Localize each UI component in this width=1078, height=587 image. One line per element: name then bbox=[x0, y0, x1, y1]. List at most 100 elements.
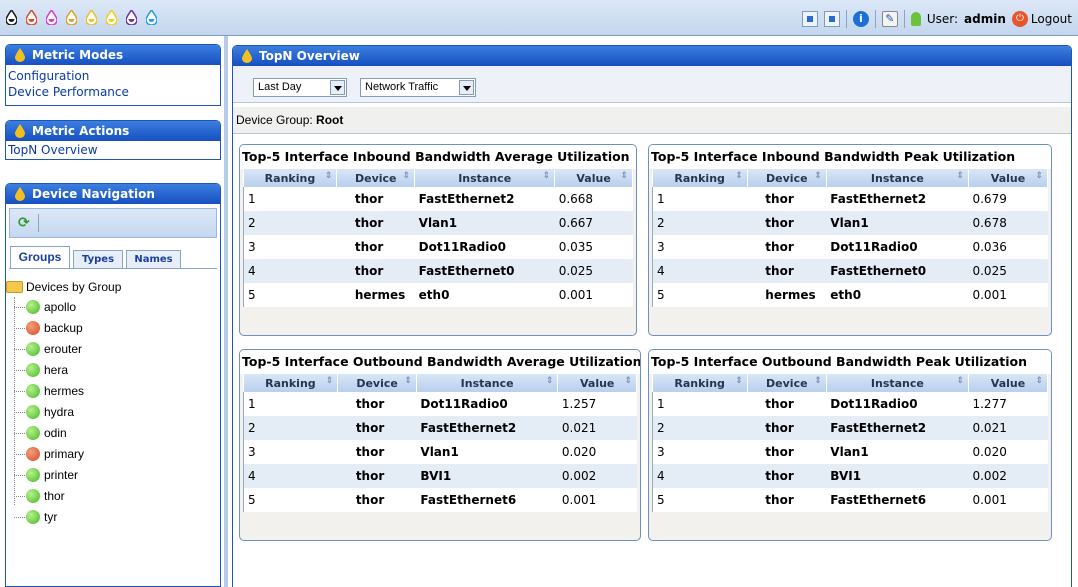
table-row[interactable]: 5 thor FastEthernet6 0.001 bbox=[242, 488, 637, 512]
device-node[interactable]: thor bbox=[14, 486, 65, 506]
column-header[interactable]: Ranking bbox=[243, 374, 339, 392]
drop-icon[interactable] bbox=[146, 10, 157, 25]
column-header[interactable]: Device bbox=[747, 374, 827, 392]
table-row[interactable]: 4 thor BVI1 0.002 bbox=[652, 464, 1048, 488]
table-row[interactable]: 5 thor FastEthernet6 0.001 bbox=[652, 488, 1048, 512]
device-node[interactable]: apollo bbox=[14, 297, 76, 317]
device-node[interactable]: hydra bbox=[14, 402, 74, 422]
column-header[interactable]: Instance bbox=[826, 169, 969, 187]
table-row[interactable]: 1 thor Dot11Radio0 1.257 bbox=[242, 392, 637, 416]
metric-select[interactable]: Network Traffic bbox=[360, 78, 476, 97]
table-row[interactable]: 1 thor FastEthernet2 0.668 bbox=[242, 187, 633, 211]
link-device-performance[interactable]: Device Performance bbox=[6, 84, 220, 100]
device-node[interactable]: primary bbox=[14, 444, 85, 464]
column-header[interactable]: Ranking bbox=[652, 169, 748, 187]
table-row[interactable]: 2 thor Vlan1 0.667 bbox=[242, 211, 633, 235]
table-row[interactable]: 4 thor FastEthernet0 0.025 bbox=[652, 259, 1048, 283]
value-cell: 0.001 bbox=[972, 493, 1007, 507]
table-row[interactable]: 3 thor Dot11Radio0 0.035 bbox=[242, 235, 633, 259]
instance-cell: FastEthernet2 bbox=[826, 416, 969, 440]
column-header[interactable]: Value bbox=[968, 374, 1049, 392]
device-node[interactable]: hera bbox=[14, 360, 69, 380]
ranking-cell: 4 bbox=[242, 259, 337, 283]
device-node-label: backup bbox=[44, 321, 83, 335]
drop-icon[interactable] bbox=[46, 10, 57, 25]
device-node[interactable]: printer bbox=[14, 465, 78, 485]
ranking-cell: 1 bbox=[652, 187, 748, 211]
drop-icon[interactable] bbox=[86, 10, 97, 25]
drop-icon[interactable] bbox=[106, 10, 117, 25]
table-row[interactable]: 3 thor Vlan1 0.020 bbox=[242, 440, 637, 464]
device-node[interactable]: odin bbox=[14, 423, 67, 443]
column-header[interactable]: Value bbox=[557, 374, 637, 392]
drop-icon[interactable] bbox=[126, 10, 137, 25]
metric-actions-header: Metric Actions bbox=[6, 121, 220, 141]
device-cell: thor bbox=[336, 211, 415, 235]
tree-branch bbox=[14, 496, 25, 497]
device-node-label: hera bbox=[44, 363, 69, 377]
period-value: Last Day bbox=[258, 81, 302, 93]
table-row[interactable]: 1 thor FastEthernet2 0.679 bbox=[652, 187, 1048, 211]
column-header[interactable]: Device bbox=[336, 169, 416, 187]
table-row[interactable]: 3 thor Dot11Radio0 0.036 bbox=[652, 235, 1048, 259]
device-node-label: thor bbox=[44, 489, 65, 503]
add-window-button[interactable] bbox=[801, 11, 818, 27]
nav-toolbar: ⟳ bbox=[9, 208, 217, 238]
drop-icon[interactable] bbox=[6, 10, 17, 25]
topn-table-panel: Top-5 Interface Outbound Bandwidth Avera… bbox=[239, 349, 641, 541]
table-row[interactable]: 1 thor Dot11Radio0 1.277 bbox=[652, 392, 1048, 416]
tab-names[interactable]: Names bbox=[126, 250, 181, 268]
link-topn-overview[interactable]: TopN Overview bbox=[6, 142, 220, 158]
device-node[interactable]: tyr bbox=[14, 507, 57, 527]
link-configuration[interactable]: Configuration bbox=[6, 68, 220, 84]
table-row[interactable]: 2 thor Vlan1 0.678 bbox=[652, 211, 1048, 235]
device-node[interactable]: hermes bbox=[14, 381, 84, 401]
device-node[interactable]: erouter bbox=[14, 339, 82, 359]
drop-icon[interactable] bbox=[66, 10, 77, 25]
chevron-down-icon bbox=[330, 80, 345, 95]
table-row[interactable]: 4 thor BVI1 0.002 bbox=[242, 464, 637, 488]
logout-icon[interactable]: ⏻ bbox=[1011, 11, 1028, 27]
tab-types[interactable]: Types bbox=[73, 250, 123, 268]
tree-branch bbox=[14, 475, 25, 476]
table-row[interactable]: 2 thor FastEthernet2 0.021 bbox=[242, 416, 637, 440]
column-header[interactable]: Device bbox=[337, 374, 417, 392]
instance-cell: FastEthernet6 bbox=[830, 493, 927, 507]
metric-modes-header: Metric Modes bbox=[6, 45, 220, 65]
column-header[interactable]: Ranking bbox=[243, 169, 338, 187]
column-header[interactable]: Value bbox=[554, 169, 633, 187]
column-header[interactable]: Instance bbox=[414, 169, 556, 187]
refresh-icon[interactable]: ⟳ bbox=[18, 215, 30, 231]
value-cell: 1.257 bbox=[561, 397, 597, 411]
table-row[interactable]: 4 thor FastEthernet0 0.025 bbox=[242, 259, 633, 283]
topn-table: RankingDeviceInstanceValue1thorDot11Radi… bbox=[652, 374, 1049, 512]
back-window-button[interactable] bbox=[823, 11, 840, 27]
tree-root[interactable]: Devices by Group bbox=[6, 277, 121, 297]
tab-divider bbox=[9, 268, 217, 269]
device-node[interactable]: backup bbox=[14, 318, 83, 338]
tab-groups[interactable]: Groups bbox=[10, 246, 70, 268]
table-row[interactable]: 3 thor Vlan1 0.020 bbox=[652, 440, 1048, 464]
ranking-cell: 2 bbox=[242, 211, 337, 235]
device-navigation-title: Device Navigation bbox=[32, 187, 155, 201]
table-row[interactable]: 5 hermes eth0 0.001 bbox=[242, 283, 633, 307]
drop-icon[interactable] bbox=[26, 10, 37, 25]
user-label: User: bbox=[926, 12, 959, 26]
device-cell: thor bbox=[337, 464, 417, 488]
period-select[interactable]: Last Day bbox=[253, 78, 347, 97]
table-row[interactable]: 2 thor FastEthernet2 0.021 bbox=[652, 416, 1048, 440]
column-header[interactable]: Instance bbox=[826, 374, 969, 392]
column-header[interactable]: Device bbox=[747, 169, 827, 187]
device-cell: thor bbox=[765, 493, 794, 507]
table-row[interactable]: 5 hermes eth0 0.001 bbox=[652, 283, 1048, 307]
status-up-icon bbox=[26, 468, 40, 482]
info-icon[interactable]: i bbox=[852, 11, 869, 27]
main-title: TopN Overview bbox=[259, 49, 360, 63]
device-node-label: primary bbox=[44, 447, 85, 461]
instance-cell: eth0 bbox=[418, 288, 450, 302]
logout-link[interactable]: Logout bbox=[1031, 12, 1072, 26]
edit-icon[interactable]: ✎ bbox=[881, 11, 898, 27]
column-header[interactable]: Ranking bbox=[652, 374, 748, 392]
column-header[interactable]: Value bbox=[968, 169, 1049, 187]
column-header[interactable]: Instance bbox=[416, 374, 559, 392]
